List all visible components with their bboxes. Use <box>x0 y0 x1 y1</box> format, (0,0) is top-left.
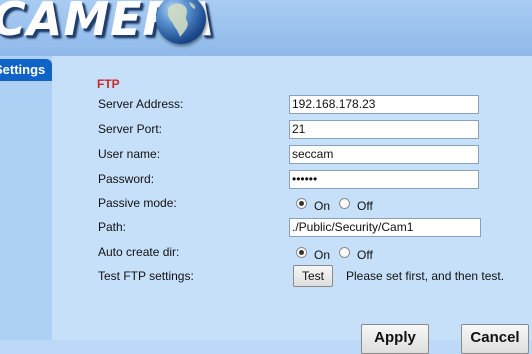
auto-create-dir-on-radio[interactable] <box>296 247 307 258</box>
test-ftp-label: Test FTP settings: <box>98 269 194 283</box>
auto-create-dir-label: Auto create dir: <box>98 245 180 259</box>
header: CAMERA <box>0 0 532 56</box>
sidebar <box>0 56 52 340</box>
passive-mode-off-radio[interactable] <box>339 198 350 209</box>
path-label: Path: <box>98 220 127 234</box>
password-label: Password: <box>98 172 155 186</box>
cancel-button[interactable]: Cancel <box>461 324 529 354</box>
apply-button[interactable]: Apply <box>361 324 429 354</box>
passive-mode-on-label: On <box>314 199 331 213</box>
path-input[interactable]: ./Public/Security/Cam1 <box>289 218 481 237</box>
username-label: User name: <box>98 147 161 161</box>
section-title: FTP <box>97 77 120 91</box>
sidebar-tab-settings[interactable]: Settings <box>0 59 52 81</box>
auto-create-dir-off-radio[interactable] <box>339 247 350 258</box>
server-port-label: Server Port: <box>98 122 163 136</box>
globe-icon <box>156 0 206 44</box>
password-input[interactable]: •••••• <box>289 170 479 189</box>
auto-create-dir-on-label: On <box>314 248 331 262</box>
server-port-input[interactable]: 21 <box>289 120 479 139</box>
server-address-input[interactable]: 192.168.178.23 <box>289 95 479 114</box>
test-hint: Please set first, and then test. <box>346 269 505 283</box>
username-input[interactable]: seccam <box>289 145 479 164</box>
passive-mode-off-label: Off <box>357 199 373 213</box>
auto-create-dir-off-label: Off <box>357 248 373 262</box>
passive-mode-label: Passive mode: <box>98 196 177 210</box>
passive-mode-on-radio[interactable] <box>296 198 307 209</box>
test-button[interactable]: Test <box>293 265 333 287</box>
server-address-label: Server Address: <box>98 97 184 111</box>
